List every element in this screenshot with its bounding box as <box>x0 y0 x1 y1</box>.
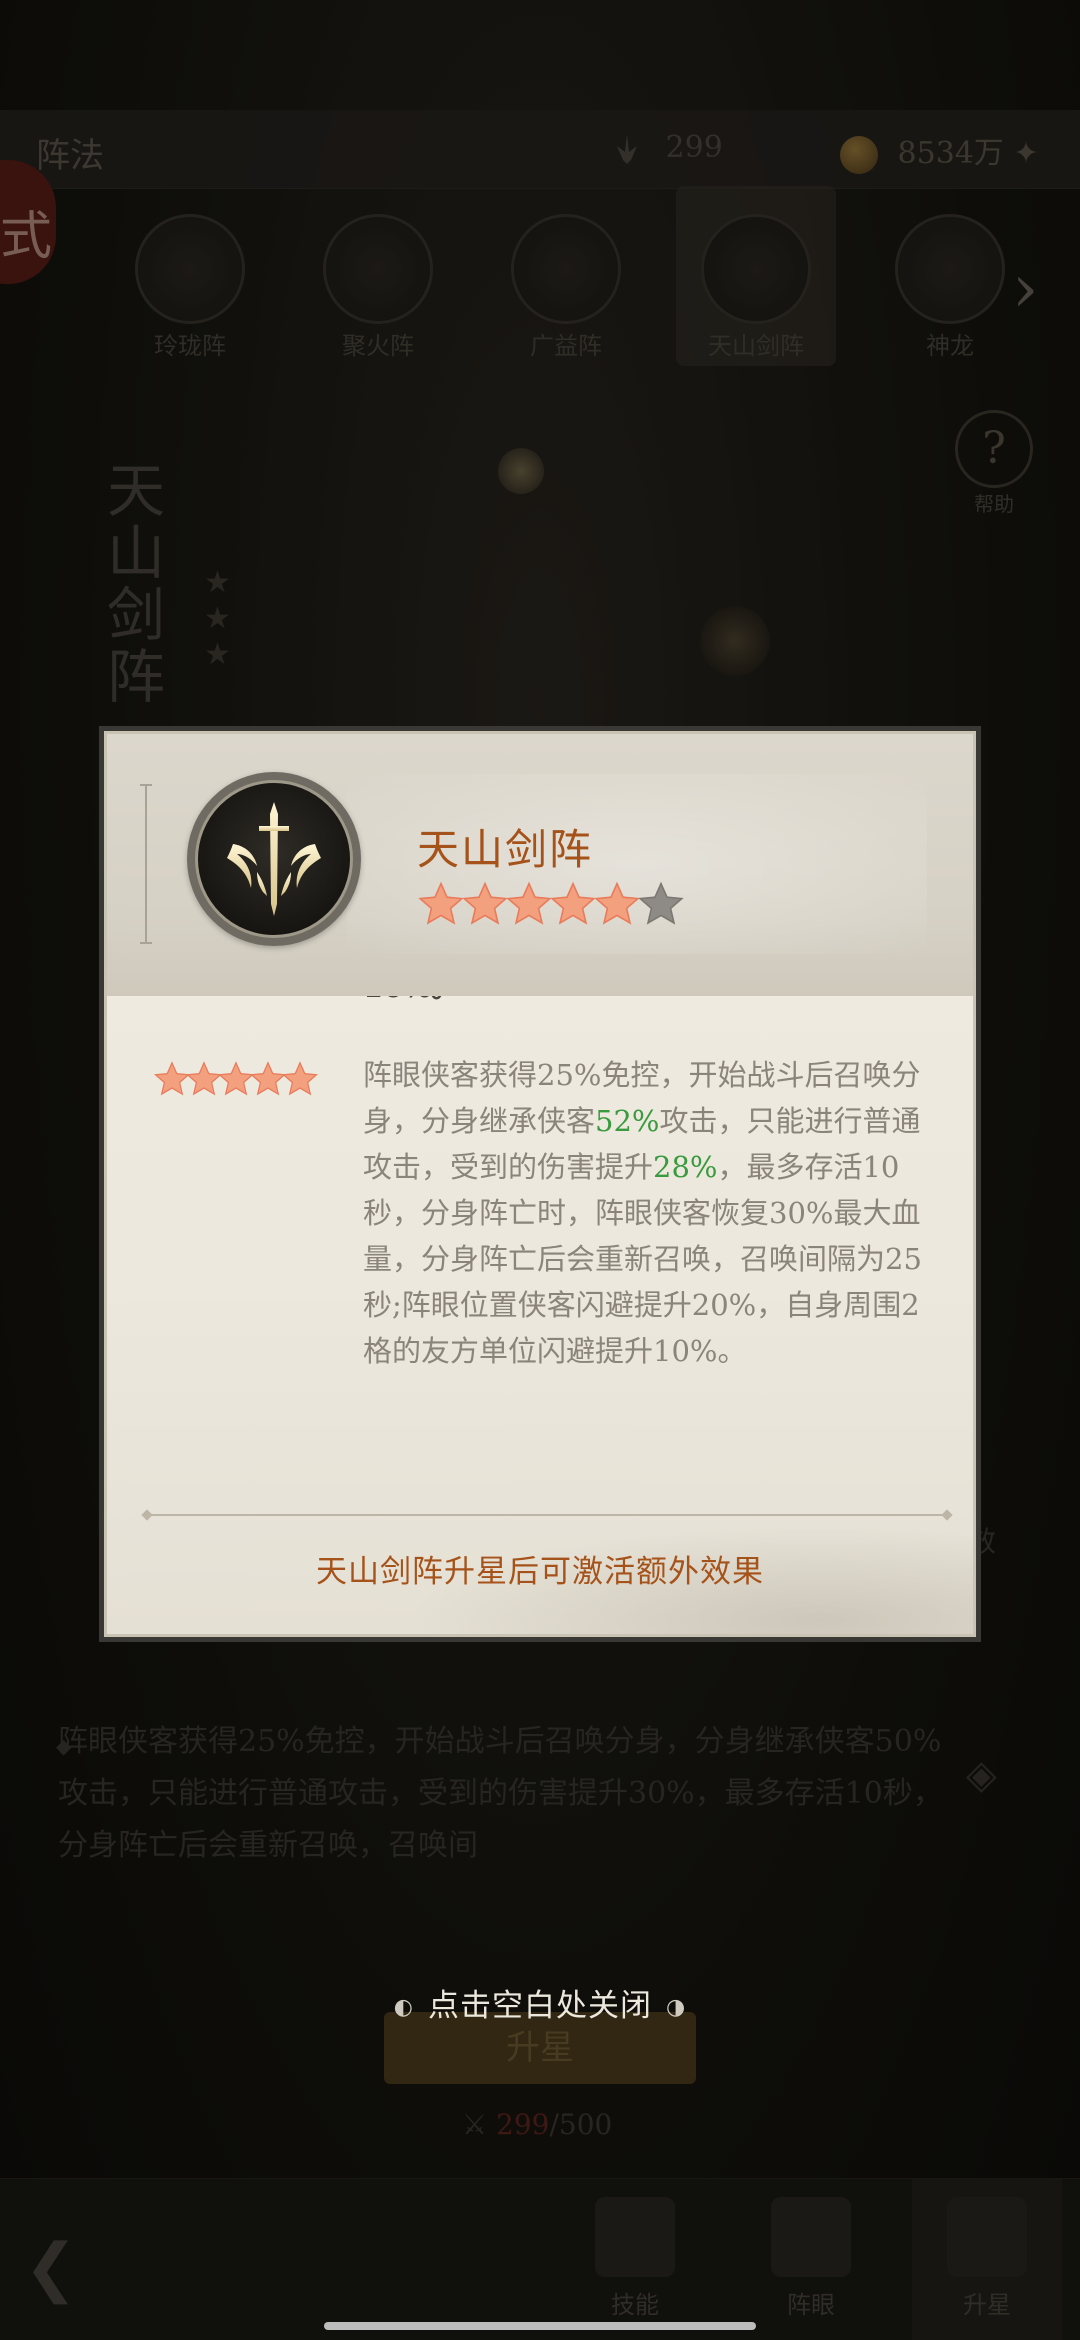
sword-formation-icon <box>227 802 321 916</box>
star-filled-icon <box>506 881 552 925</box>
game-screen[interactable]: 阵法 299 8534万 ✦ 式 玲珑阵 聚火阵 广益阵 天山剑阵 神龙 › ?… <box>0 0 1080 2340</box>
ornament-icon: ◐ <box>393 1995 414 2020</box>
star-empty-icon <box>638 881 684 925</box>
star-filled-icon <box>594 881 640 925</box>
star-rating <box>417 880 684 932</box>
header-ornament-line <box>140 784 152 944</box>
upgrade-hint: 天山剑阵升星后可激活额外效果 <box>316 1554 764 1590</box>
highlight-value: 52% <box>595 1104 660 1138</box>
star-filled-icon <box>418 881 464 925</box>
star-filled-icon <box>282 1061 318 1096</box>
modal-title: 天山剑阵 <box>417 825 594 874</box>
modal-header: 天山剑阵 <box>107 734 973 996</box>
effect-text: 升20%，自身周围2格的友方单位闪避提升10%。 <box>363 996 923 1010</box>
footer-divider <box>147 1514 947 1516</box>
effect-text: 阵眼侠客获得25%免控，开始战斗后召唤分身，分身继承侠客52%攻击，只能进行普通… <box>363 1058 922 1368</box>
formation-detail-modal: 天山剑阵 升20%，自身周围2格的友方单位闪避提升10%。 阵眼侠客获得25%免… <box>99 726 981 1642</box>
home-indicator[interactable] <box>324 2322 756 2330</box>
formation-emblem <box>187 772 361 946</box>
ornament-icon: ◑ <box>666 1995 687 2020</box>
effect-entry-partial: 升20%，自身周围2格的友方单位闪避提升10%。 <box>107 996 973 1010</box>
effect-scroll-area[interactable]: 升20%，自身周围2格的友方单位闪避提升10%。 阵眼侠客获得25%免控，开始战… <box>107 996 973 1536</box>
effect-entry-5-star: 阵眼侠客获得25%免控，开始战斗后召唤分身，分身继承侠客52%攻击，只能进行普通… <box>107 1052 973 1374</box>
close-hint[interactable]: ◐ 点击空白处关闭 ◑ <box>0 1980 1080 2025</box>
modal-panel: 天山剑阵 升20%，自身周围2格的友方单位闪避提升10%。 阵眼侠客获得25%免… <box>104 731 976 1637</box>
star-filled-icon <box>550 881 596 925</box>
entry-star-rating <box>153 1060 318 1102</box>
star-filled-icon <box>462 881 508 925</box>
highlight-value: 28% <box>653 1150 718 1184</box>
